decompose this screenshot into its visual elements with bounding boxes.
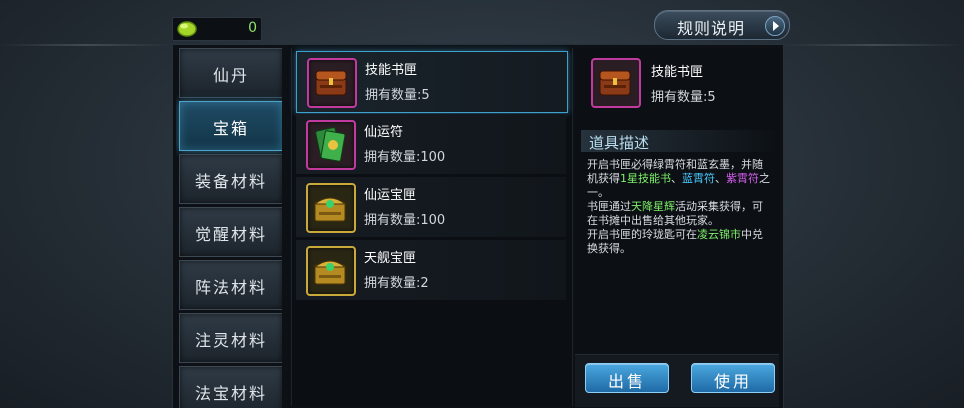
tab-label: 法宝材料	[194, 384, 267, 403]
item-quantity: 拥有数量:100	[364, 150, 446, 165]
book-chest-icon	[591, 58, 641, 108]
description-text: 、	[715, 172, 726, 185]
tab-label: 觉醒材料	[194, 225, 267, 244]
description-highlight: 蓝霄符	[682, 172, 715, 185]
item-detail-panel: 技能书匣 拥有数量:5 道具描述 开启书匣必得绿霄符和蓝玄墨，并随机获得1星技能…	[575, 48, 779, 407]
tab-label: 仙丹	[212, 66, 249, 85]
sell-button[interactable]: 出售	[585, 363, 669, 393]
sell-button-label: 出售	[607, 372, 646, 391]
tab-formation-materials[interactable]: 阵法材料	[179, 260, 282, 310]
list-item[interactable]: 天舰宝匣 拥有数量:2	[296, 240, 566, 300]
tab-elixir[interactable]: 仙丹	[179, 48, 282, 98]
detail-item-quantity: 拥有数量:5	[651, 90, 716, 105]
tab-infusion-materials[interactable]: 注灵材料	[179, 313, 282, 363]
list-item[interactable]: 技能书匣 拥有数量:5	[296, 51, 568, 113]
tab-label: 注灵材料	[194, 331, 267, 350]
arrow-right-icon	[765, 16, 785, 36]
use-button[interactable]: 使用	[691, 363, 775, 393]
item-name: 天舰宝匣	[364, 251, 417, 266]
tab-label: 阵法材料	[194, 278, 267, 297]
gold-chest-icon	[306, 246, 356, 296]
inventory-panel: 仙丹 宝箱 装备材料 觉醒材料 阵法材料 注灵材料 法宝材料 技能书匣 拥有数量…	[172, 44, 784, 408]
description-title: 道具描述	[589, 134, 650, 152]
gold-chest-icon	[306, 183, 356, 233]
item-quantity: 拥有数量:2	[364, 276, 429, 291]
description-header: 道具描述	[581, 130, 779, 152]
currency-value: 0	[248, 20, 257, 36]
tab-artifact-materials[interactable]: 法宝材料	[179, 366, 282, 408]
description-highlight: 紫霄符	[726, 172, 759, 185]
item-name: 仙运符	[364, 125, 404, 140]
green-gem-icon	[177, 21, 197, 37]
decorative-frame-line	[0, 44, 172, 46]
rules-button-label: 规则说明	[677, 19, 746, 38]
item-quantity: 拥有数量:5	[365, 88, 430, 103]
decorative-frame-line	[782, 44, 964, 46]
category-sidebar[interactable]: 仙丹 宝箱 装备材料 觉醒材料 阵法材料 注灵材料 法宝材料	[176, 48, 282, 408]
tab-awakening-materials[interactable]: 觉醒材料	[179, 207, 282, 257]
description-text: 书匣通过	[587, 200, 631, 213]
list-item[interactable]: 仙运符 拥有数量:100	[296, 114, 566, 174]
item-list[interactable]: 技能书匣 拥有数量:5 仙运符 拥有数量:100 仙运宝匣 拥有数量:100 天…	[291, 48, 573, 406]
currency-display: 0	[172, 17, 262, 41]
description-highlight: 天降星辉	[631, 200, 675, 213]
tab-label: 装备材料	[194, 172, 267, 191]
item-quantity: 拥有数量:100	[364, 213, 446, 228]
use-button-label: 使用	[713, 372, 752, 391]
tab-label: 宝箱	[212, 119, 249, 138]
talisman-icon	[306, 120, 356, 170]
action-bar: 出售 使用	[575, 354, 779, 407]
tab-treasure-chest[interactable]: 宝箱	[179, 101, 282, 151]
description-text: 、	[671, 172, 682, 185]
description-text: 开启书匣的玲珑匙可在	[587, 228, 697, 241]
item-name: 技能书匣	[365, 63, 418, 78]
game-window: 0 规则说明 仙丹 宝箱 装备材料 觉醒材料 阵法材料 注灵材料 法宝材料 技能…	[0, 0, 964, 408]
tab-equipment-materials[interactable]: 装备材料	[179, 154, 282, 204]
list-item[interactable]: 仙运宝匣 拥有数量:100	[296, 177, 566, 237]
description-highlight: 凌云锦市	[697, 228, 741, 241]
description-highlight: 1星技能书	[620, 172, 671, 185]
item-name: 仙运宝匣	[364, 188, 417, 203]
detail-item-name: 技能书匣	[651, 65, 704, 80]
rules-button[interactable]: 规则说明	[654, 10, 790, 40]
item-description: 开启书匣必得绿霄符和蓝玄墨，并随机获得1星技能书、蓝霄符、紫霄符之一。 书匣通过天…	[587, 158, 771, 256]
book-chest-icon	[307, 58, 357, 108]
